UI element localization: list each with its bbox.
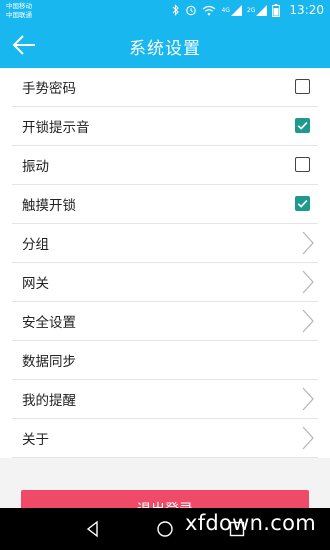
alarm-icon: [185, 4, 197, 16]
battery-icon: [272, 3, 281, 17]
check-icon: [297, 200, 308, 208]
signal-icon-1: 4G: [221, 4, 242, 16]
nav-back-icon[interactable]: [84, 520, 102, 538]
setting-my-reminders[interactable]: 我的提醒: [12, 380, 318, 419]
chevron-right-icon: [302, 309, 314, 333]
nav-home-icon[interactable]: [156, 520, 174, 538]
settings-list: 手势密码 开锁提示音 振动 触摸开锁 分组 网关 安全设置 数据同步 我的提醒 …: [0, 68, 330, 458]
signal-icon-2: 2G: [246, 4, 268, 16]
chevron-right-icon: [302, 426, 314, 450]
setting-data-sync[interactable]: 数据同步: [12, 341, 318, 380]
app-header: 系统设置: [0, 23, 330, 68]
network-type-2: 2G: [246, 6, 256, 14]
setting-label: 关于: [22, 432, 49, 448]
setting-label: 手势密码: [22, 81, 76, 97]
vibration-checkbox[interactable]: [295, 157, 310, 172]
setting-label: 分组: [22, 237, 49, 253]
network-type-1: 4G: [221, 6, 230, 14]
page-title: 系统设置: [129, 39, 201, 59]
setting-gateway[interactable]: 网关: [12, 263, 318, 302]
gesture-password-checkbox[interactable]: [295, 79, 310, 94]
setting-label: 安全设置: [22, 315, 76, 331]
status-time: 13:20: [289, 3, 324, 17]
wifi-icon: [202, 5, 216, 16]
watermark: xfdown.com: [184, 511, 316, 535]
status-bar: 中国移动 中国联通 4G 2G 13:20: [0, 0, 330, 23]
setting-gesture-password[interactable]: 手势密码: [12, 68, 318, 107]
setting-security[interactable]: 安全设置: [12, 302, 318, 341]
check-icon: [297, 122, 308, 130]
chevron-right-icon: [302, 231, 314, 255]
setting-label: 我的提醒: [22, 393, 76, 409]
setting-label: 振动: [22, 159, 49, 175]
setting-label: 数据同步: [22, 354, 76, 370]
carrier-1: 中国移动: [6, 2, 32, 10]
setting-vibration[interactable]: 振动: [12, 146, 318, 185]
chevron-right-icon: [302, 387, 314, 411]
setting-label: 触摸开锁: [22, 198, 76, 214]
carrier-2: 中国联通: [6, 11, 32, 19]
setting-about[interactable]: 关于: [12, 419, 318, 458]
setting-unlock-sound[interactable]: 开锁提示音: [12, 107, 318, 146]
touch-unlock-checkbox[interactable]: [295, 196, 310, 211]
chevron-right-icon: [302, 270, 314, 294]
status-icons: 4G 2G 13:20: [172, 3, 324, 17]
setting-group[interactable]: 分组: [12, 224, 318, 263]
bluetooth-icon: [172, 4, 180, 16]
unlock-sound-checkbox[interactable]: [295, 118, 310, 133]
carrier-info: 中国移动 中国联通: [6, 2, 32, 20]
setting-label: 开锁提示音: [22, 120, 90, 136]
setting-label: 网关: [22, 276, 49, 292]
setting-touch-unlock[interactable]: 触摸开锁: [12, 185, 318, 224]
